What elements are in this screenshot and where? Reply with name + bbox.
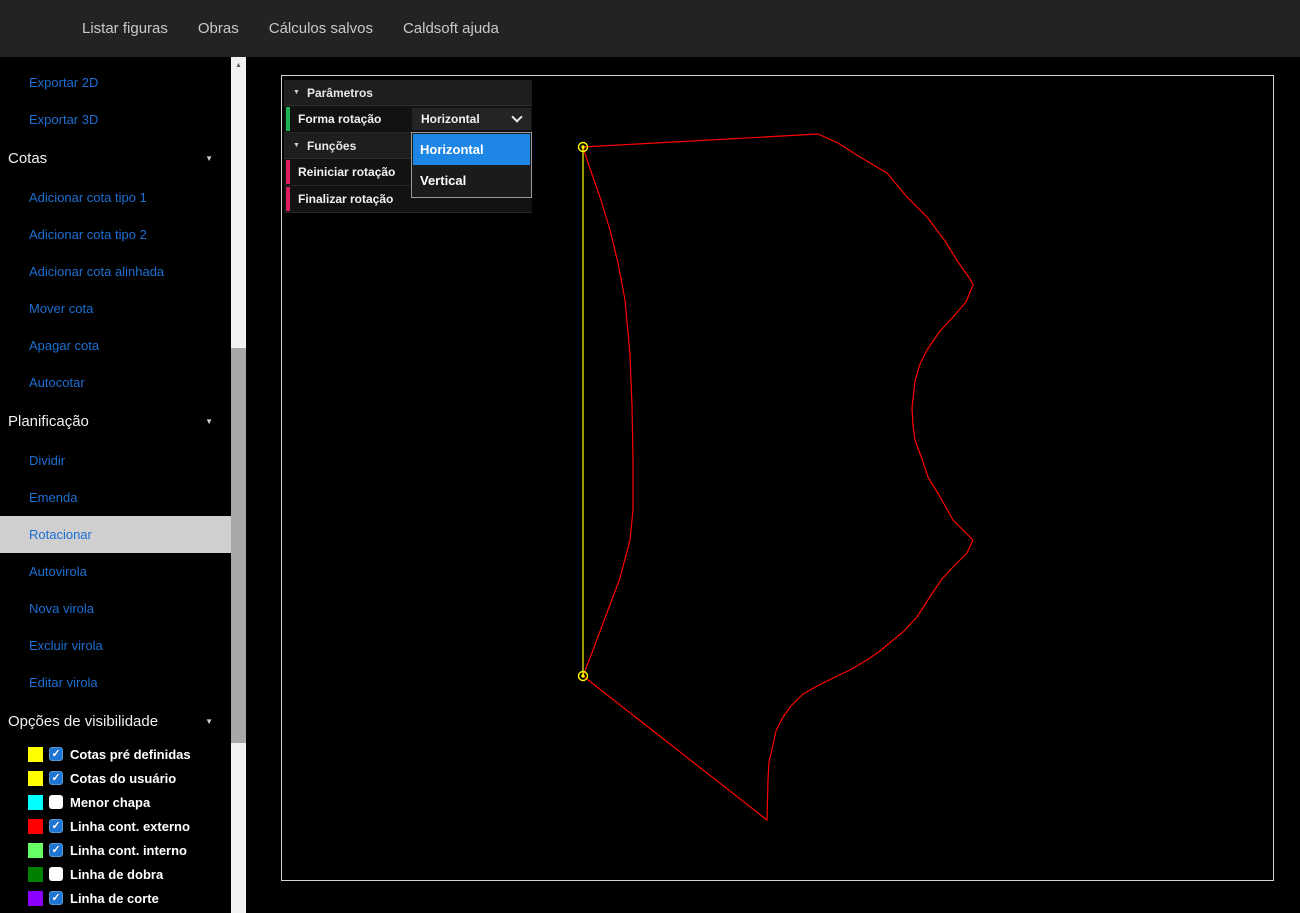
- sidebar-item-excluir-virola[interactable]: Excluir virola: [0, 627, 231, 664]
- axis-endpoint-top-dot: [581, 145, 584, 148]
- visibility-row-cotas-do-usuario: Cotas do usuário: [0, 766, 231, 790]
- sidebar-item-rotacionar[interactable]: Rotacionar: [0, 516, 231, 553]
- sidebar-section-planificacao[interactable]: Planificação ▼: [0, 401, 231, 442]
- panel-header-label: Funções: [307, 139, 356, 153]
- toggle-label: Linha de dobra: [70, 867, 163, 882]
- section-title: Opções de visibilidade: [8, 713, 158, 730]
- visibility-checkbox-cotas-pre-definidas[interactable]: [49, 747, 63, 761]
- sidebar-item-adicionar-cota-tipo-1[interactable]: Adicionar cota tipo 1: [0, 179, 231, 216]
- toggle-label: Menor chapa: [70, 795, 150, 810]
- color-swatch: [28, 819, 43, 834]
- dropdown-option-vertical[interactable]: Vertical: [413, 165, 530, 196]
- panel-header-label: Parâmetros: [307, 86, 373, 100]
- nav-item-obras[interactable]: Obras: [198, 20, 239, 37]
- pink-accent-bar: [286, 160, 290, 184]
- toggle-label: Linha de corte: [70, 891, 159, 906]
- visibility-checkbox-linha-de-corte[interactable]: [49, 891, 63, 905]
- chevron-down-icon: ▼: [205, 154, 213, 163]
- color-swatch: [28, 843, 43, 858]
- visibility-checkbox-cotas-do-usuario[interactable]: [49, 771, 63, 785]
- visibility-checkbox-linha-de-dobra[interactable]: [49, 867, 63, 881]
- color-swatch: [28, 867, 43, 882]
- panel-header-parametros[interactable]: ▼ Parâmetros: [284, 80, 532, 106]
- visibility-row-cotas-pre-definidas: Cotas pré definidas: [0, 742, 231, 766]
- nav-item-calculos-salvos[interactable]: Cálculos salvos: [269, 20, 373, 37]
- section-title: Cotas: [8, 150, 47, 167]
- color-swatch: [28, 795, 43, 810]
- button-label: Finalizar rotação: [298, 192, 393, 206]
- sidebar-item-dividir[interactable]: Dividir: [0, 442, 231, 479]
- visibility-row-menor-chapa: Menor chapa: [0, 790, 231, 814]
- section-title: Planificação: [8, 413, 89, 430]
- axis-endpoint-bottom-dot: [581, 674, 584, 677]
- scrollbar-thumb[interactable]: [231, 348, 246, 743]
- toggle-label: Linha cont. externo: [70, 819, 190, 834]
- top-nav: Listar figuras Obras Cálculos salvos Caldso…: [0, 0, 1300, 57]
- button-label: Reiniciar rotação: [298, 165, 395, 179]
- sidebar-item-emenda[interactable]: Emenda: [0, 479, 231, 516]
- sidebar-item-adicionar-cota-tipo-2[interactable]: Adicionar cota tipo 2: [0, 216, 231, 253]
- sidebar-item-apagar-cota[interactable]: Apagar cota: [0, 327, 231, 364]
- forma-rotacao-label: Forma rotação: [298, 112, 381, 126]
- visibility-checkbox-linha-cont-externo[interactable]: [49, 819, 63, 833]
- color-swatch: [28, 747, 43, 762]
- sidebar-item-exportar-2d[interactable]: Exportar 2D: [0, 64, 231, 101]
- caret-down-icon: ▼: [293, 142, 300, 149]
- sidebar-item-editar-virola[interactable]: Editar virola: [0, 664, 231, 701]
- visibility-checkbox-menor-chapa[interactable]: [49, 795, 63, 809]
- sidebar-item-exportar-3d[interactable]: Exportar 3D: [0, 101, 231, 138]
- sidebar-item-nova-virola[interactable]: Nova virola: [0, 590, 231, 627]
- nav-item-listar-figuras[interactable]: Listar figuras: [82, 20, 168, 37]
- green-accent-bar: [286, 107, 290, 131]
- visibility-row-linha-de-dobra: Linha de dobra: [0, 862, 231, 886]
- sidebar-item-autocotar[interactable]: Autocotar: [0, 364, 231, 401]
- dropdown-option-horizontal[interactable]: Horizontal: [413, 134, 530, 165]
- nav-item-caldsoft-ajuda[interactable]: Caldsoft ajuda: [403, 20, 499, 37]
- figure-outline: [583, 134, 973, 820]
- visibility-row-linha-cont-interno: Linha cont. interno: [0, 838, 231, 862]
- chevron-down-icon: [511, 111, 522, 122]
- toggle-label: Linha cont. interno: [70, 843, 187, 858]
- sidebar-section-opcoes-de-visibilidade[interactable]: Opções de visibilidade ▼: [0, 701, 231, 742]
- visibility-row-linha-de-corte: Linha de corte: [0, 886, 231, 910]
- caret-down-icon: ▼: [293, 89, 300, 96]
- sidebar-spacer: [0, 57, 231, 64]
- pink-accent-bar: [286, 187, 290, 211]
- sidebar-item-autovirola[interactable]: Autovirola: [0, 553, 231, 590]
- toggle-label: Cotas pré definidas: [70, 747, 191, 762]
- select-value: Horizontal: [421, 112, 480, 126]
- arrow-up-icon: ▲: [235, 62, 242, 69]
- sidebar-item-adicionar-cota-alinhada[interactable]: Adicionar cota alinhada: [0, 253, 231, 290]
- forma-rotacao-dropdown: HorizontalVertical: [411, 132, 532, 198]
- sidebar-scrollbar[interactable]: ▲: [231, 57, 246, 913]
- sidebar-item-mover-cota[interactable]: Mover cota: [0, 290, 231, 327]
- drawing-canvas[interactable]: ▼ Parâmetros Forma rotação Horizontal ▼ …: [281, 75, 1274, 881]
- scrollbar-up-button[interactable]: ▲: [231, 57, 246, 74]
- forma-rotacao-select[interactable]: Horizontal: [412, 108, 531, 130]
- visibility-row-linha-cont-externo: Linha cont. externo: [0, 814, 231, 838]
- sidebar-section-cotas[interactable]: Cotas ▼: [0, 138, 231, 179]
- color-swatch: [28, 891, 43, 906]
- visibility-checkbox-linha-cont-interno[interactable]: [49, 843, 63, 857]
- chevron-down-icon: ▼: [205, 717, 213, 726]
- sidebar: Exportar 2DExportar 3D Cotas ▼ Adicionar co…: [0, 57, 231, 913]
- chevron-down-icon: ▼: [205, 417, 213, 426]
- forma-rotacao-row: Forma rotação Horizontal: [284, 106, 532, 133]
- color-swatch: [28, 771, 43, 786]
- toggle-label: Cotas do usuário: [70, 771, 176, 786]
